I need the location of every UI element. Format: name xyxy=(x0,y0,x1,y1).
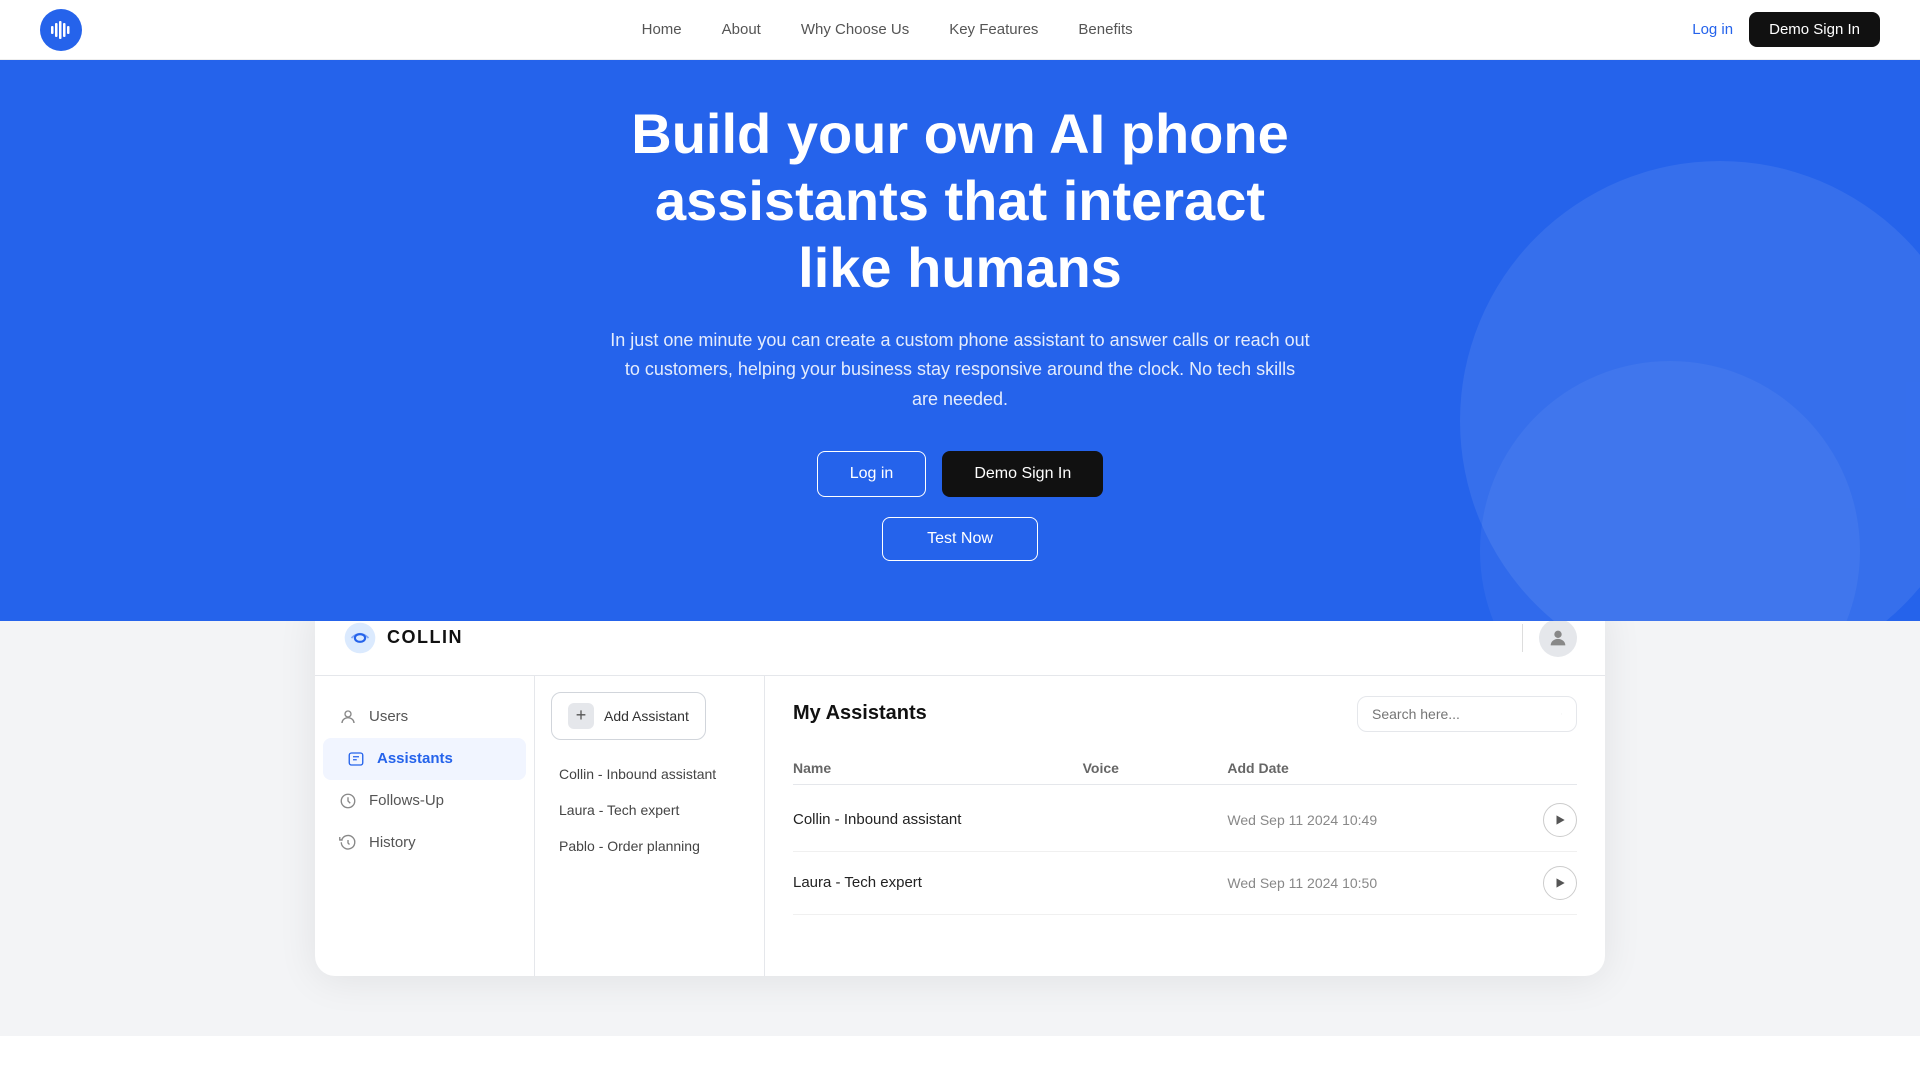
play-button[interactable] xyxy=(1543,803,1577,837)
row-name: Laura - Tech expert xyxy=(793,874,1083,891)
my-assistants-title: My Assistants xyxy=(793,702,927,725)
hero-buttons: Log in Demo Sign In xyxy=(817,451,1104,497)
user-icon xyxy=(339,708,357,726)
sidebar-assistants-label: Assistants xyxy=(377,750,453,767)
sidebar-followsup-label: Follows-Up xyxy=(369,792,444,809)
sidebar-item-assistants[interactable]: Assistants xyxy=(323,738,526,780)
logo-icon xyxy=(40,9,82,51)
navbar: Home About Why Choose Us Key Features Be… xyxy=(0,0,1920,60)
avatar[interactable] xyxy=(1539,619,1577,657)
my-assistants-main: My Assistants Name Voice Add Date xyxy=(765,676,1605,976)
search-box[interactable] xyxy=(1357,696,1577,732)
soundwave-icon xyxy=(49,18,73,42)
nav-about[interactable]: About xyxy=(722,21,761,38)
table-row: Laura - Tech expert Wed Sep 11 2024 10:5… xyxy=(793,852,1577,915)
nav-why-choose-us[interactable]: Why Choose Us xyxy=(801,21,909,38)
sidebar-item-history[interactable]: History xyxy=(315,822,534,864)
table-header: Name Voice Add Date xyxy=(793,752,1577,785)
col-date: Add Date xyxy=(1227,760,1517,776)
demo-signin-button-nav[interactable]: Demo Sign In xyxy=(1749,12,1880,47)
dashboard-body: Users Assistants Follows-Up xyxy=(315,676,1605,976)
hero-headline: Build your own AI phone assistants that … xyxy=(510,100,1410,302)
nav-key-features[interactable]: Key Features xyxy=(949,21,1038,38)
sidebar-users-label: Users xyxy=(369,708,408,725)
assistants-list-panel: + Add Assistant Collin - Inbound assista… xyxy=(535,676,765,976)
add-assistant-label: Add Assistant xyxy=(604,708,689,724)
followup-icon xyxy=(339,792,357,810)
nav-links: Home About Why Choose Us Key Features Be… xyxy=(642,21,1133,38)
play-icon xyxy=(1553,876,1567,890)
assistants-icon xyxy=(347,750,365,768)
row-date: Wed Sep 11 2024 10:50 xyxy=(1227,875,1517,891)
play-button[interactable] xyxy=(1543,866,1577,900)
row-date: Wed Sep 11 2024 10:49 xyxy=(1227,812,1517,828)
login-button-hero[interactable]: Log in xyxy=(817,451,927,497)
navbar-actions: Log in Demo Sign In xyxy=(1692,12,1880,47)
hero-subtext: In just one minute you can create a cust… xyxy=(610,326,1310,415)
search-icon xyxy=(1561,705,1562,723)
search-input[interactable] xyxy=(1372,706,1553,722)
header-divider xyxy=(1522,624,1523,652)
col-action xyxy=(1517,760,1577,776)
sidebar: Users Assistants Follows-Up xyxy=(315,676,535,976)
sidebar-item-users[interactable]: Users xyxy=(315,696,534,738)
table-row: Collin - Inbound assistant Wed Sep 11 20… xyxy=(793,789,1577,852)
hero-section: Build your own AI phone assistants that … xyxy=(0,0,1920,621)
dashboard-card: COLLIN Users xyxy=(315,601,1605,976)
list-item[interactable]: Pablo - Order planning xyxy=(535,828,764,864)
main-header: My Assistants xyxy=(793,696,1577,732)
col-name: Name xyxy=(793,760,1083,776)
dash-logo: COLLIN xyxy=(343,621,463,655)
demo-signin-button-hero[interactable]: Demo Sign In xyxy=(942,451,1103,497)
add-assistant-button[interactable]: + Add Assistant xyxy=(551,692,706,740)
plus-icon: + xyxy=(568,703,594,729)
row-name: Collin - Inbound assistant xyxy=(793,811,1083,828)
list-item[interactable]: Laura - Tech expert xyxy=(535,792,764,828)
test-now-button[interactable]: Test Now xyxy=(882,517,1038,561)
collin-logo-icon xyxy=(343,621,377,655)
dash-logo-text: COLLIN xyxy=(387,627,463,648)
list-item[interactable]: Collin - Inbound assistant xyxy=(535,756,764,792)
logo xyxy=(40,9,82,51)
nav-benefits[interactable]: Benefits xyxy=(1078,21,1132,38)
dashboard-wrapper: COLLIN Users xyxy=(0,621,1920,1036)
nav-home[interactable]: Home xyxy=(642,21,682,38)
dash-header-right xyxy=(1522,619,1577,657)
history-icon xyxy=(339,834,357,852)
play-icon xyxy=(1553,813,1567,827)
sidebar-history-label: History xyxy=(369,834,416,851)
sidebar-item-followsup[interactable]: Follows-Up xyxy=(315,780,534,822)
login-button-nav[interactable]: Log in xyxy=(1692,21,1733,38)
user-avatar-icon xyxy=(1547,627,1569,649)
col-voice: Voice xyxy=(1083,760,1228,776)
